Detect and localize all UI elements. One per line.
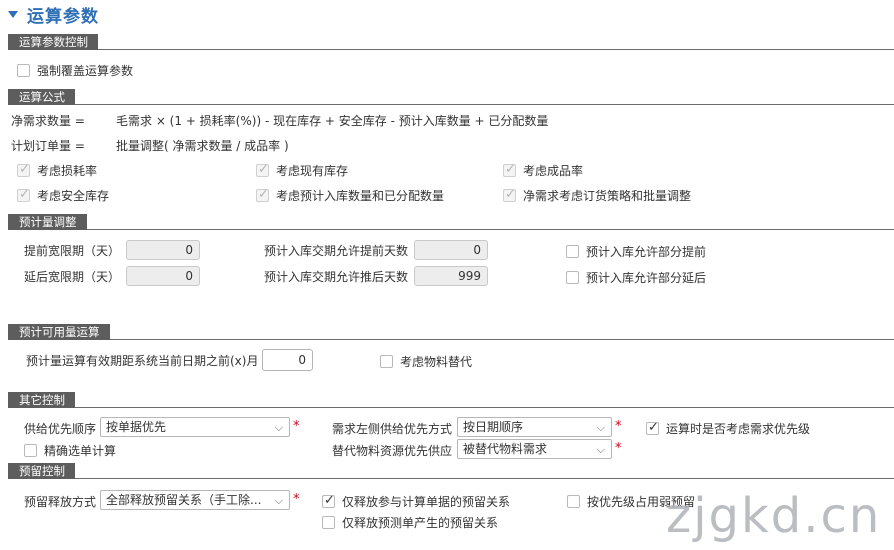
chevron-down-icon: ⌵ bbox=[596, 421, 605, 434]
force-override-label: 强制覆盖运算参数 bbox=[37, 64, 134, 78]
demand-left-value: 按日期顺序 bbox=[463, 420, 524, 434]
safety-stock-checkbox[interactable]: ✓ bbox=[17, 187, 30, 202]
check-mark-icon: ✓ bbox=[258, 187, 269, 202]
release-mode-label: 预留释放方式 bbox=[24, 495, 97, 509]
net-requirement-formula: 毛需求 × (1 + 损耗率(%)) - 现在库存 + 安全库存 - 预计入库数… bbox=[116, 114, 549, 128]
demand-priority-label: 运算时是否考虑需求优先级 bbox=[666, 422, 811, 436]
section-divider bbox=[8, 229, 894, 230]
early-grace-input[interactable]: 0 bbox=[126, 240, 200, 260]
incoming-early-label: 预计入库交期允许提前天数 bbox=[264, 244, 409, 258]
late-grace-input[interactable]: 0 bbox=[126, 266, 200, 286]
check-mark-icon: ✓ bbox=[19, 187, 30, 202]
yield-rate-label: 考虑成品率 bbox=[523, 164, 584, 178]
check-mark-icon: ✓ bbox=[505, 187, 516, 202]
loss-rate-checkbox[interactable]: ✓ bbox=[17, 162, 30, 177]
demand-left-label: 需求左侧供给优先方式 bbox=[332, 422, 453, 436]
release-only-calc-label: 仅释放参与计算单据的预留关系 bbox=[342, 495, 511, 509]
planned-order-label: 计划订单量 = bbox=[11, 139, 85, 153]
chevron-down-icon: ⌵ bbox=[274, 421, 283, 434]
consider-substitute-checkbox[interactable] bbox=[380, 355, 393, 368]
section-title: 其它控制 bbox=[8, 392, 75, 408]
release-mode-select[interactable]: 全部释放预留关系（手工除... ⌵ bbox=[100, 490, 290, 510]
allow-partial-late-label: 预计入库允许部分延后 bbox=[586, 271, 707, 285]
precise-calc-label: 精确选单计算 bbox=[44, 444, 117, 458]
section-divider bbox=[8, 104, 894, 105]
planned-order-formula: 批量调整( 净需求数量 / 成品率 ) bbox=[116, 139, 289, 153]
required-asterisk: * bbox=[293, 492, 300, 507]
section-header-control: 运算参数控制 bbox=[8, 34, 894, 50]
section-header-formula: 运算公式 bbox=[8, 89, 894, 105]
priority-weak-checkbox[interactable] bbox=[567, 495, 580, 508]
allow-partial-early-checkbox[interactable] bbox=[566, 245, 579, 258]
section-title: 运算公式 bbox=[8, 89, 75, 105]
required-asterisk: * bbox=[615, 441, 622, 456]
substitute-supply-label: 替代物料资源优先供应 bbox=[332, 444, 453, 458]
allow-partial-late-checkbox[interactable] bbox=[566, 271, 579, 284]
lot-policy-label: 净需求考虑订货策略和批量调整 bbox=[523, 189, 692, 203]
incoming-late-input[interactable]: 999 bbox=[414, 266, 488, 286]
precise-calc-checkbox[interactable] bbox=[24, 444, 37, 457]
section-title: 运算参数控制 bbox=[8, 34, 98, 50]
release-forecast-label: 仅释放预测单产生的预留关系 bbox=[342, 516, 499, 530]
demand-priority-checkbox[interactable]: ✓ bbox=[646, 420, 659, 435]
check-mark-icon: ✓ bbox=[505, 162, 516, 177]
section-title: 预计可用量运算 bbox=[8, 324, 110, 340]
section-divider bbox=[8, 407, 894, 408]
supply-priority-label: 供给优先顺序 bbox=[24, 422, 97, 436]
safety-stock-label: 考虑安全库存 bbox=[37, 189, 110, 203]
incoming-early-input[interactable]: 0 bbox=[414, 240, 488, 260]
demand-left-select[interactable]: 按日期顺序 ⌵ bbox=[457, 417, 612, 437]
section-divider bbox=[8, 49, 894, 50]
current-stock-checkbox[interactable]: ✓ bbox=[256, 162, 269, 177]
incoming-allocated-label: 考虑预计入库数量和已分配数量 bbox=[276, 189, 445, 203]
page-title-bar[interactable]: 运算参数 bbox=[8, 2, 99, 27]
required-asterisk: * bbox=[293, 419, 300, 434]
chevron-down-icon: ⌵ bbox=[274, 494, 283, 507]
check-mark-icon: ✓ bbox=[19, 162, 30, 177]
section-divider bbox=[8, 478, 894, 479]
section-title: 预留控制 bbox=[8, 463, 75, 479]
consider-substitute-label: 考虑物料替代 bbox=[400, 355, 473, 369]
section-header-other: 其它控制 bbox=[8, 392, 894, 408]
section-header-available: 预计可用量运算 bbox=[8, 324, 894, 340]
section-header-adjust: 预计量调整 bbox=[8, 214, 894, 230]
lot-policy-checkbox[interactable]: ✓ bbox=[503, 187, 516, 202]
force-override-checkbox[interactable] bbox=[17, 64, 30, 77]
late-grace-label: 延后宽限期（天） bbox=[24, 270, 121, 284]
section-header-reserve: 预留控制 bbox=[8, 463, 894, 479]
allow-partial-early-label: 预计入库允许部分提前 bbox=[586, 245, 707, 259]
supply-priority-select[interactable]: 按单据优先 ⌵ bbox=[100, 417, 290, 437]
watermark: zjgkd.cn bbox=[666, 488, 882, 544]
substitute-supply-select[interactable]: 被替代物料需求 ⌵ bbox=[457, 439, 612, 459]
loss-rate-label: 考虑损耗率 bbox=[37, 164, 98, 178]
check-mark-icon: ✓ bbox=[324, 493, 335, 508]
yield-rate-checkbox[interactable]: ✓ bbox=[503, 162, 516, 177]
early-grace-label: 提前宽限期（天） bbox=[24, 244, 121, 258]
substitute-supply-value: 被替代物料需求 bbox=[463, 442, 548, 456]
valid-months-input[interactable]: 0 bbox=[262, 349, 313, 371]
release-forecast-checkbox[interactable] bbox=[322, 516, 335, 529]
net-requirement-label: 净需求数量 = bbox=[11, 114, 85, 128]
section-divider bbox=[8, 339, 894, 340]
supply-priority-value: 按单据优先 bbox=[106, 420, 167, 434]
release-only-calc-checkbox[interactable]: ✓ bbox=[322, 493, 335, 508]
incoming-late-label: 预计入库交期允许推后天数 bbox=[264, 270, 409, 284]
current-stock-label: 考虑现有库存 bbox=[276, 164, 349, 178]
incoming-allocated-checkbox[interactable]: ✓ bbox=[256, 187, 269, 202]
required-asterisk: * bbox=[615, 419, 622, 434]
section-title: 预计量调整 bbox=[8, 214, 87, 230]
release-mode-value: 全部释放预留关系（手工除... bbox=[106, 493, 262, 507]
chevron-down-icon: ⌵ bbox=[596, 443, 605, 456]
page-title: 运算参数 bbox=[27, 6, 99, 27]
valid-months-label: 预计量运算有效期距系统当前日期之前(x)月 bbox=[26, 354, 259, 368]
collapse-triangle-icon[interactable] bbox=[8, 11, 18, 18]
check-mark-icon: ✓ bbox=[258, 162, 269, 177]
check-mark-icon: ✓ bbox=[648, 420, 659, 435]
